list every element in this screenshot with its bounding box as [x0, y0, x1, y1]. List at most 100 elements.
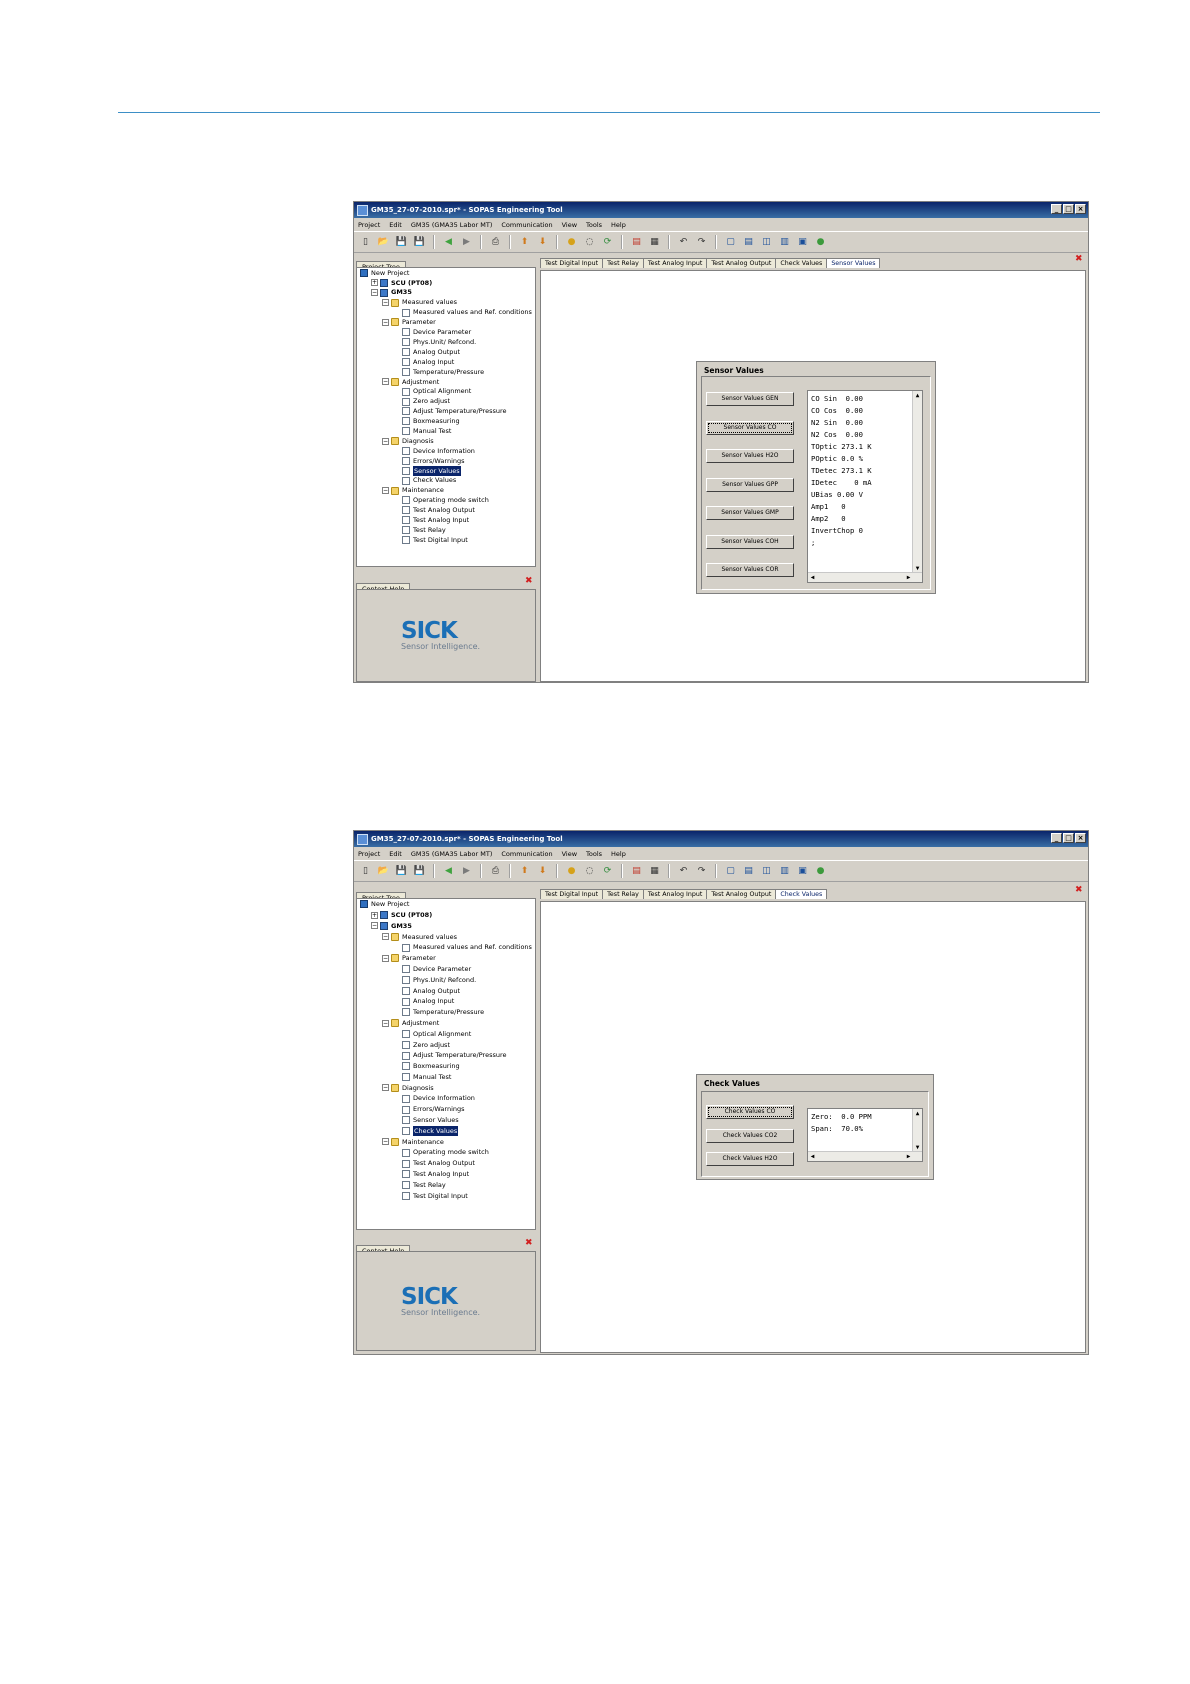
tree-item[interactable]: − Measured values [357, 298, 535, 308]
collapse-icon[interactable]: − [382, 933, 389, 941]
tree-item[interactable]: Test Analog Output [357, 505, 535, 515]
menu-device[interactable]: GM35 (GMA35 Labor MT) [411, 221, 493, 229]
tree-item[interactable]: Analog Input [357, 357, 535, 367]
sensor-values-coh-button[interactable]: Sensor Values COH [706, 534, 794, 549]
tree-item[interactable]: Phys.Unit/ Refcond. [357, 337, 535, 347]
help-icon[interactable]: ● [813, 864, 828, 879]
upload-icon[interactable]: ⬆ [517, 235, 532, 250]
tree-item[interactable]: Temperature/Pressure [357, 367, 535, 377]
layout5-icon[interactable]: ▣ [795, 235, 810, 250]
tree-item[interactable]: Temperature/Pressure [357, 1007, 535, 1018]
menu-project[interactable]: Project [358, 221, 380, 229]
menu-view[interactable]: View [562, 850, 577, 858]
tree-item[interactable]: Test Analog Output [357, 1158, 535, 1169]
sensor-values-cor-button[interactable]: Sensor Values COR [706, 563, 794, 577]
tree-item[interactable]: − Maintenance [357, 486, 535, 496]
layout4-icon[interactable]: ▥ [777, 864, 792, 879]
output-textarea[interactable]: Zero: 0.0 PPM Span: 70.0% ▲ ▼ ◀ ▶ [807, 1108, 923, 1162]
save-all-icon[interactable]: 💾 [412, 235, 427, 250]
tree-item[interactable]: Errors/Warnings [357, 1104, 535, 1115]
tree-item[interactable]: Manual Test [357, 1072, 535, 1083]
menu-communication[interactable]: Communication [501, 221, 552, 229]
scroll-left-icon[interactable]: ◀ [808, 1152, 817, 1161]
tree-item[interactable]: Test Relay [357, 1180, 535, 1191]
tab-test-analog-input[interactable]: Test Analog Input [642, 258, 708, 268]
print-icon[interactable]: ⎙ [488, 864, 503, 879]
collapse-icon[interactable]: − [371, 922, 378, 930]
tree-item[interactable]: + SCU (PT08) [357, 910, 535, 921]
collapse-icon[interactable]: − [371, 289, 378, 297]
maximize-icon[interactable]: □ [1063, 204, 1074, 214]
collapse-icon[interactable]: − [382, 954, 389, 962]
tab-sensor-values[interactable]: Sensor Values [826, 258, 881, 268]
tree-item[interactable]: − Adjustment [357, 377, 535, 387]
menu-help[interactable]: Help [611, 850, 626, 858]
refresh-icon[interactable]: ⟳ [600, 864, 615, 879]
tree-item[interactable]: Analog Output [357, 347, 535, 357]
tree-item[interactable]: Manual Test [357, 426, 535, 436]
layout1-icon[interactable]: ▢ [723, 864, 738, 879]
menu-tools[interactable]: Tools [586, 850, 602, 858]
output-textarea[interactable]: CO Sin 0.00 CO Cos 0.00 N2 Sin 0.00 N2 Cos … [807, 390, 923, 583]
report-icon[interactable]: ▦ [647, 235, 662, 250]
new-icon[interactable]: ▯ [358, 864, 373, 879]
tree-item[interactable]: Boxmeasuring [357, 1061, 535, 1072]
tab-test-relay[interactable]: Test Relay [602, 889, 644, 899]
check-values-co-button[interactable]: Check Values CO [706, 1105, 794, 1119]
maximize-icon[interactable]: □ [1063, 833, 1074, 843]
connect-icon[interactable]: ● [564, 235, 579, 250]
tree-item[interactable]: Test Analog Input [357, 1169, 535, 1180]
layout4-icon[interactable]: ▥ [777, 235, 792, 250]
collapse-icon[interactable]: − [382, 437, 389, 445]
new-icon[interactable]: ▯ [358, 235, 373, 250]
help-icon[interactable]: ● [813, 235, 828, 250]
menu-device[interactable]: GM35 (GMA35 Labor MT) [411, 850, 493, 858]
tree-item[interactable]: Device Information [357, 446, 535, 456]
pdf-icon[interactable]: ▤ [629, 235, 644, 250]
sensor-values-co-button[interactable]: Sensor Values CO [706, 420, 794, 435]
menu-help[interactable]: Help [611, 221, 626, 229]
tree-item[interactable]: − Maintenance [357, 1137, 535, 1148]
minimize-icon[interactable]: _ [1051, 204, 1062, 214]
tree-item[interactable]: Check Values [357, 476, 535, 486]
menu-communication[interactable]: Communication [501, 850, 552, 858]
tree-item[interactable]: Phys.Unit/ Refcond. [357, 975, 535, 986]
vertical-scrollbar[interactable]: ▲ ▼ [912, 391, 922, 573]
layout3-icon[interactable]: ◫ [759, 235, 774, 250]
tab-check-values[interactable]: Check Values [775, 889, 828, 899]
horizontal-scrollbar[interactable]: ◀ ▶ [808, 572, 922, 582]
check-values-co2-button[interactable]: Check Values CO2 [706, 1128, 794, 1143]
tree-item[interactable]: Adjust Temperature/Pressure [357, 1050, 535, 1061]
check-values-h2o-button[interactable]: Check Values H2O [706, 1152, 794, 1166]
tree-item[interactable]: − GM35 [357, 921, 535, 932]
tree-item[interactable]: Test Analog Input [357, 515, 535, 525]
tab-test-relay[interactable]: Test Relay [602, 258, 644, 268]
upload-icon[interactable]: ⬆ [517, 864, 532, 879]
window-titlebar[interactable]: GM35_27-07-2010.spr* - SOPAS Engineering… [354, 831, 1088, 847]
tree-item[interactable]: + SCU (PT08) [357, 278, 535, 288]
back-icon[interactable]: ◀ [441, 235, 456, 250]
collapse-icon[interactable]: − [382, 1084, 389, 1092]
menu-view[interactable]: View [562, 221, 577, 229]
sensor-values-gpp-button[interactable]: Sensor Values GPP [706, 477, 794, 492]
collapse-icon[interactable]: − [382, 318, 389, 326]
scroll-left-icon[interactable]: ◀ [808, 573, 817, 582]
report-icon[interactable]: ▦ [647, 864, 662, 879]
tree-item[interactable]: − Measured values [357, 931, 535, 942]
tree-item[interactable]: Optical Alignment [357, 387, 535, 397]
layout5-icon[interactable]: ▣ [795, 864, 810, 879]
window-titlebar[interactable]: GM35_27-07-2010.spr* - SOPAS Engineering… [354, 202, 1088, 218]
tree-item[interactable]: Device Information [357, 1093, 535, 1104]
expand-icon[interactable]: + [371, 279, 378, 287]
tree-item[interactable]: − Parameter [357, 317, 535, 327]
download-icon[interactable]: ⬇ [535, 864, 550, 879]
scroll-up-icon[interactable]: ▲ [913, 1109, 922, 1118]
collapse-icon[interactable]: − [382, 487, 389, 495]
undo-icon[interactable]: ↶ [676, 864, 691, 879]
tree-item[interactable]: Device Parameter [357, 964, 535, 975]
layout3-icon[interactable]: ◫ [759, 864, 774, 879]
tab-test-analog-output[interactable]: Test Analog Output [706, 889, 777, 899]
close-tab-icon[interactable]: ✖ [1075, 885, 1083, 895]
tree-item[interactable]: Optical Alignment [357, 1029, 535, 1040]
scroll-up-icon[interactable]: ▲ [913, 391, 922, 400]
